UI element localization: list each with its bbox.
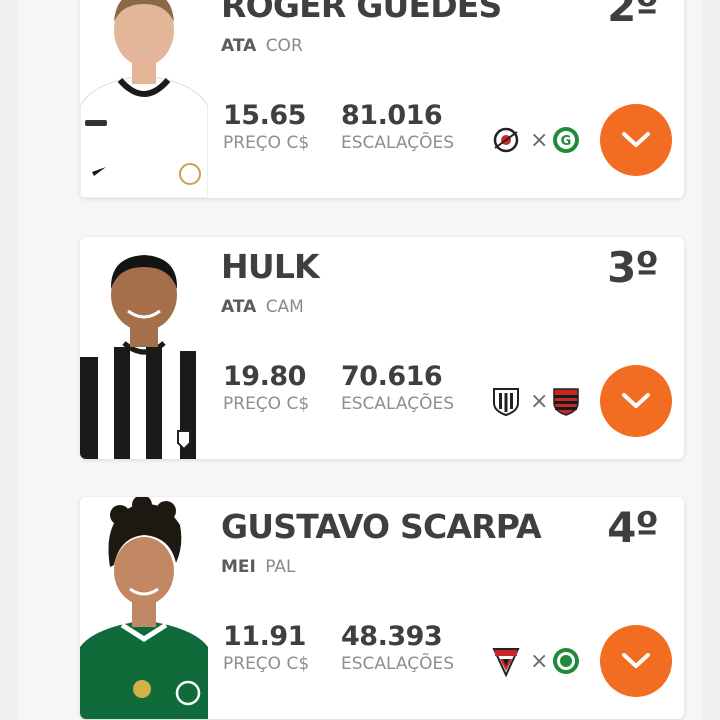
versus-sign: × (530, 128, 549, 153)
selections-value: 48.393 (341, 621, 443, 652)
ranking-column: RÓGER GUEDES 2º ATA COR 15.65 PREÇO C$ 8… (18, 0, 702, 720)
next-match: × G (490, 124, 582, 160)
selections-label: ESCALAÇÕES (341, 133, 455, 153)
player-team: CAM (265, 297, 304, 317)
player-name: RÓGER GUEDES (221, 0, 502, 25)
player-photo (80, 497, 208, 719)
selections-stat: 48.393 ESCALAÇÕES (341, 621, 454, 674)
versus-sign: × (530, 649, 549, 674)
price-stat: 19.80 PREÇO C$ (223, 361, 309, 414)
expand-button[interactable] (600, 625, 672, 697)
expand-button[interactable] (600, 104, 672, 176)
price-label: PREÇO C$ (223, 654, 310, 674)
player-rank: 3º (607, 243, 659, 292)
price-value: 15.65 (223, 100, 306, 131)
price-value: 19.80 (223, 361, 306, 392)
svg-text:G: G (561, 134, 572, 149)
selections-stat: 81.016 ESCALAÇÕES (341, 100, 454, 153)
player-name: HULK (221, 247, 320, 286)
selections-value: 81.016 (341, 100, 443, 131)
player-rank: 4º (607, 503, 659, 552)
chevron-down-icon (622, 132, 650, 147)
selections-stat: 70.616 ESCALAÇÕES (341, 361, 454, 414)
player-position: MEI (221, 557, 256, 577)
player-photo (80, 237, 208, 459)
player-card-hulk[interactable]: HULK 3º ATA CAM 19.80 PREÇO C$ 70.616 ES… (80, 237, 684, 459)
price-value: 11.91 (223, 621, 306, 652)
player-meta: ATA CAM (221, 297, 304, 317)
palmeiras-crest-icon (553, 648, 579, 674)
player-position: ATA (221, 297, 257, 317)
corinthians-crest-icon (493, 127, 519, 153)
goias-crest-icon: G (553, 127, 579, 153)
selections-label: ESCALAÇÕES (341, 654, 455, 674)
atletico-mineiro-crest-icon (493, 388, 519, 417)
player-photo (80, 0, 208, 198)
price-label: PREÇO C$ (223, 133, 310, 153)
player-meta: ATA COR (221, 36, 303, 56)
player-meta: MEI PAL (221, 557, 296, 577)
next-match: × (490, 385, 582, 421)
versus-sign: × (530, 389, 549, 414)
selections-value: 70.616 (341, 361, 443, 392)
price-stat: 15.65 PREÇO C$ (223, 100, 309, 153)
player-name: GUSTAVO SCARPA (221, 507, 542, 546)
expand-button[interactable] (600, 365, 672, 437)
flamengo-crest-icon (553, 388, 579, 416)
chevron-down-icon (622, 393, 650, 408)
player-position: ATA (221, 36, 257, 56)
player-team: PAL (265, 557, 296, 577)
player-rank: 2º (607, 0, 659, 31)
chevron-down-icon (622, 653, 650, 668)
player-card-roger-guedes[interactable]: RÓGER GUEDES 2º ATA COR 15.65 PREÇO C$ 8… (80, 0, 684, 198)
price-label: PREÇO C$ (223, 394, 310, 414)
next-match: × (490, 645, 582, 681)
sao-paulo-crest-icon (492, 648, 520, 677)
price-stat: 11.91 PREÇO C$ (223, 621, 309, 674)
player-card-gustavo-scarpa[interactable]: GUSTAVO SCARPA 4º MEI PAL 11.91 PREÇO C$… (80, 497, 684, 719)
player-team: COR (265, 36, 303, 56)
selections-label: ESCALAÇÕES (341, 394, 455, 414)
